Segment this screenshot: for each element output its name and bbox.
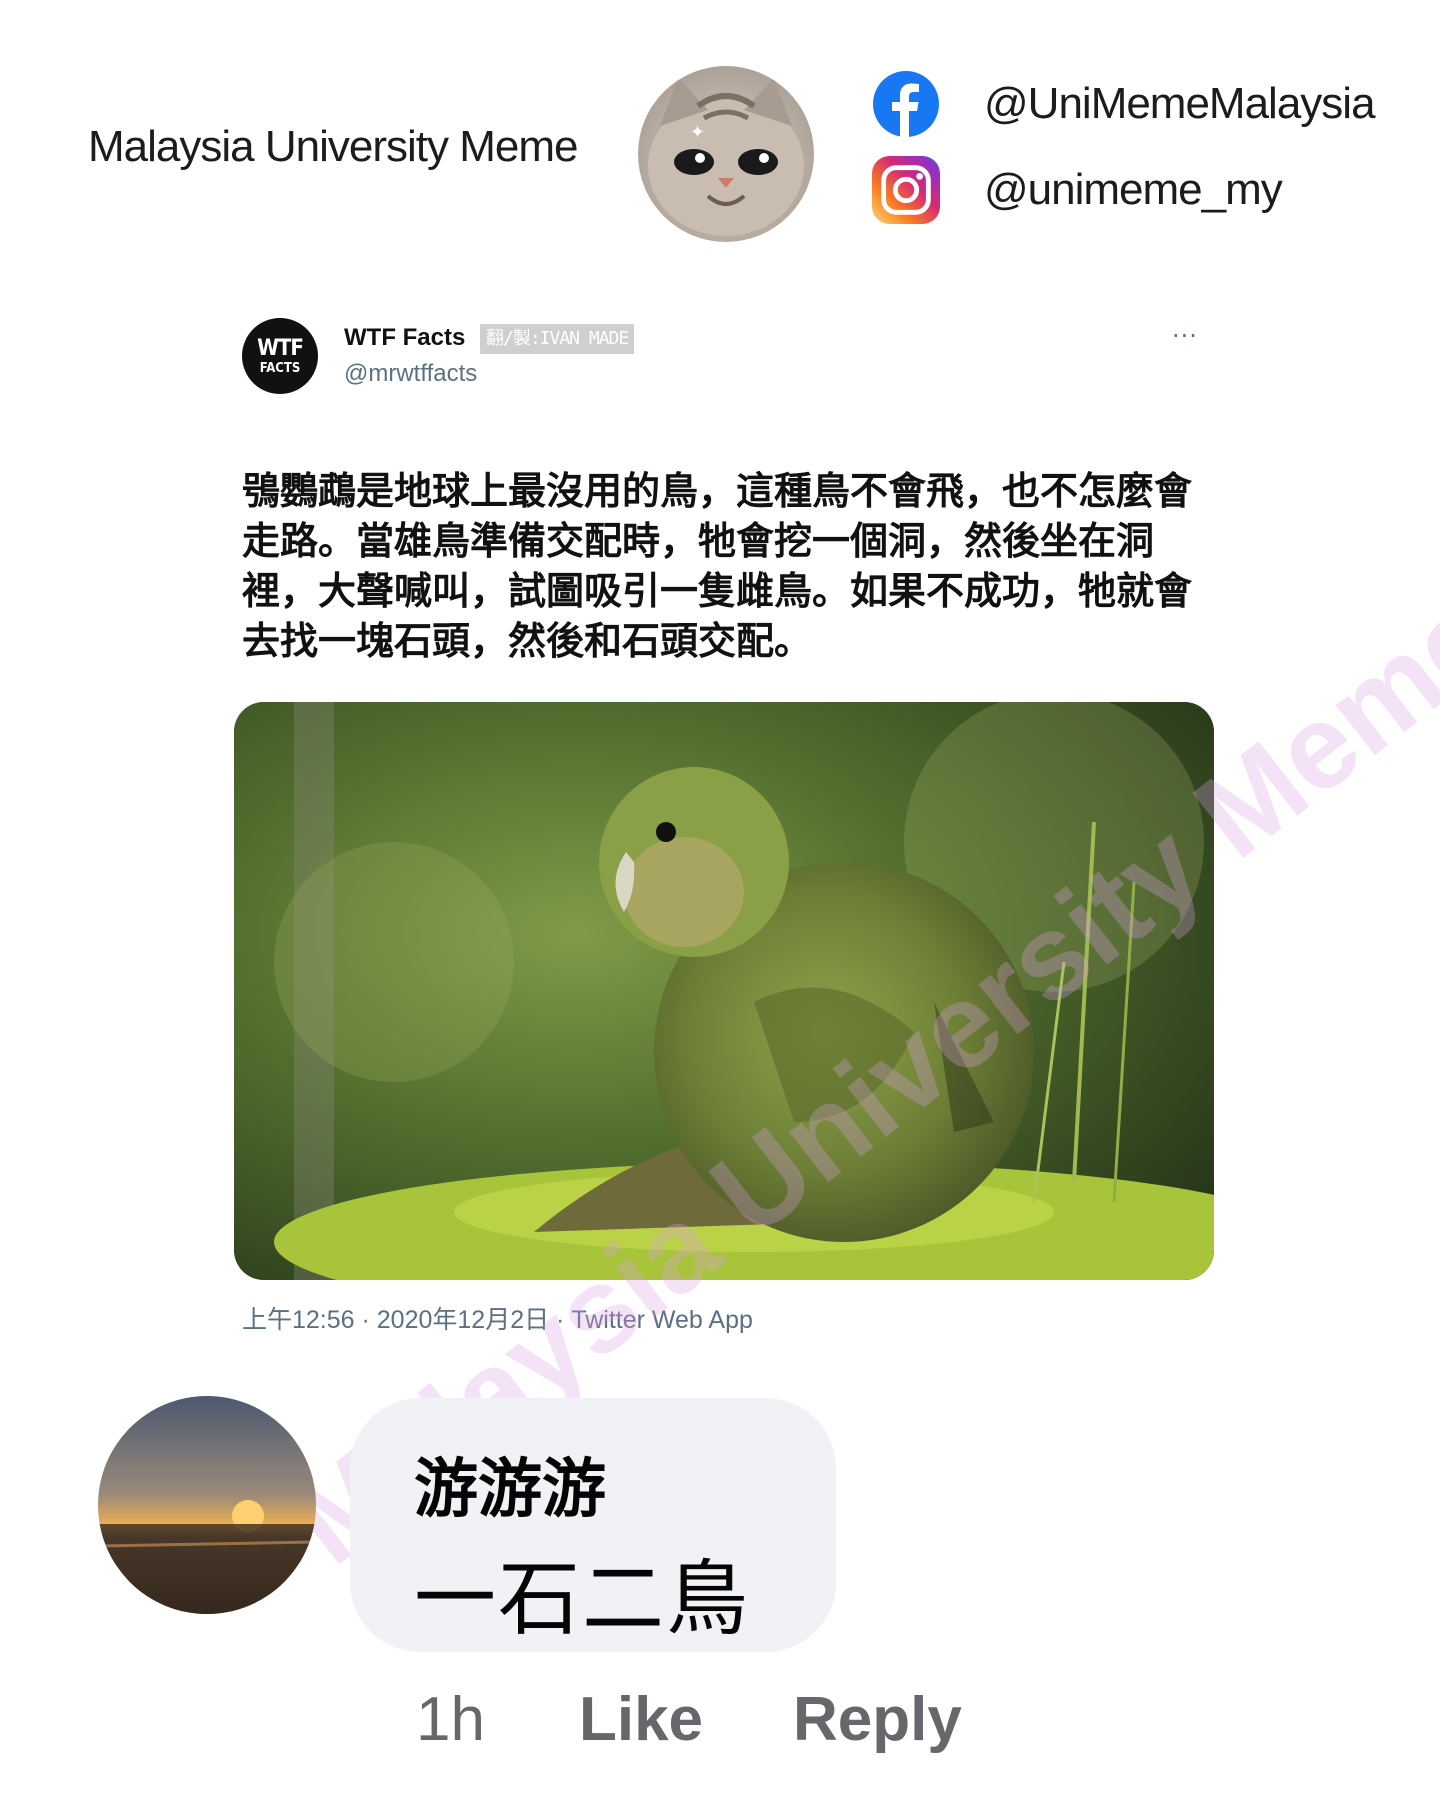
comment-actions: 1h Like Reply <box>416 1684 962 1755</box>
avatar-text-facts: FACTS <box>259 360 301 376</box>
sunset-photo <box>98 1396 316 1614</box>
like-button[interactable]: Like <box>579 1684 703 1755</box>
facebook-handle: @UniMemeMalaysia <box>984 79 1376 128</box>
commenter-avatar[interactable] <box>98 1396 316 1614</box>
brand-avatar: ✦ <box>638 66 814 242</box>
tweet-handle[interactable]: @mrwtffacts <box>344 360 477 388</box>
tweet-timestamp[interactable]: 上午12:56 · 2020年12月2日 · Twitter Web App <box>242 1300 753 1336</box>
svg-text:✦: ✦ <box>690 122 705 143</box>
translator-tag: 翻/製:IVAN MADE <box>480 324 635 354</box>
comment-author[interactable]: 游游游 <box>414 1438 606 1530</box>
comment-time[interactable]: 1h <box>416 1684 485 1755</box>
brand-title: Malaysia University Meme <box>88 122 578 171</box>
avatar-text-wtf: WTF <box>257 335 304 361</box>
facebook-link[interactable]: @UniMemeMalaysia <box>872 70 1376 138</box>
facebook-icon <box>872 70 940 138</box>
comment-bubble: 游游游 一石二鳥 <box>350 1398 836 1652</box>
instagram-icon <box>872 156 940 224</box>
tweet-image[interactable] <box>234 702 1214 1280</box>
more-options-icon[interactable]: ··· <box>1172 322 1198 350</box>
comment-text: 一石二鳥 <box>414 1552 751 1647</box>
kakapo-photo <box>234 702 1214 1280</box>
reply-button[interactable]: Reply <box>793 1684 962 1755</box>
tweet-display-name[interactable]: WTF Facts <box>344 324 465 352</box>
cat-face-image: ✦ <box>648 78 804 236</box>
tweet-text: 鴞鸚鵡是地球上最沒用的鳥，這種鳥不會飛，也不怎麼會走路。當雄鳥準備交配時，牠會挖… <box>242 469 1193 663</box>
instagram-link[interactable]: @unimeme_my <box>872 156 1283 224</box>
instagram-handle: @unimeme_my <box>984 165 1283 214</box>
tweet-avatar[interactable]: WTF FACTS <box>242 318 318 394</box>
